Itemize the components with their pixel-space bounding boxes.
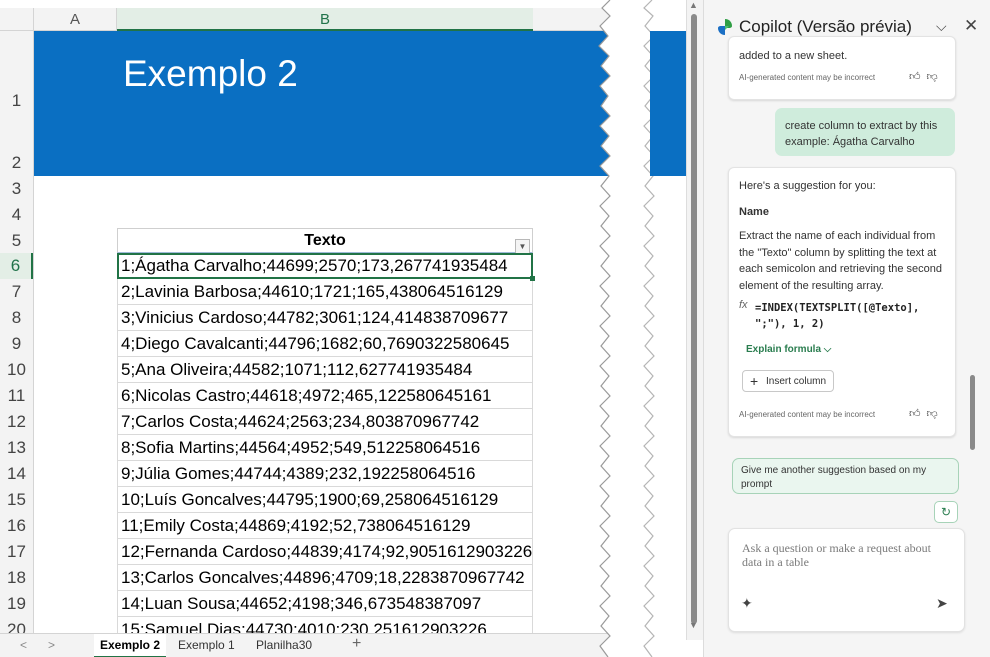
row-header[interactable]: 18: [0, 565, 33, 591]
column-header-b[interactable]: B: [117, 8, 533, 31]
row-header[interactable]: 19: [0, 591, 33, 617]
row-header[interactable]: 10: [0, 357, 33, 383]
title-banner: Exemplo 2: [34, 31, 610, 176]
scroll-up-icon[interactable]: ▲: [689, 0, 698, 10]
previous-response-text: added to a new sheet.: [739, 50, 848, 62]
table-row[interactable]: 11;Emily Costa;44869;4192;52,73806451612…: [117, 513, 533, 539]
scrollbar-thumb[interactable]: [691, 14, 697, 624]
select-all-corner[interactable]: [0, 8, 34, 31]
scroll-down-icon[interactable]: ▼: [689, 620, 698, 630]
copilot-logo-icon: [718, 19, 732, 35]
user-message-bubble: create column to extract by this example…: [775, 108, 955, 156]
sparkle-icon[interactable]: ✦: [741, 595, 753, 612]
suggestion-name-label: Name: [739, 206, 769, 218]
copilot-title: Copilot (Versão prévia): [739, 17, 912, 36]
thumbs-up-icon[interactable]: 👍︎: [909, 71, 927, 83]
table-row[interactable]: 10;Luís Goncalves;44795;1900;69,25806451…: [117, 487, 533, 513]
prompt-placeholder: Ask a question or make a request about d…: [742, 541, 931, 569]
suggestion-card: Here's a suggestion for you: Name Extrac…: [728, 167, 956, 437]
row-header-selected[interactable]: 6: [0, 253, 33, 279]
copilot-scrollbar[interactable]: [970, 60, 976, 450]
insert-column-button[interactable]: + Insert column: [742, 370, 834, 392]
ai-disclaimer: AI-generated content may be incorrect: [739, 410, 876, 419]
banner-right-fragment: [650, 31, 686, 176]
ai-disclaimer: AI-generated content may be incorrect: [739, 73, 876, 82]
row-header[interactable]: 9: [0, 331, 33, 357]
copilot-pane: Copilot (Versão prévia) ⌵ ✕ added to a n…: [703, 0, 990, 657]
table-row[interactable]: 7;Carlos Costa;44624;2563;234,8038709677…: [117, 409, 533, 435]
row-header[interactable]: 7: [0, 279, 33, 305]
copilot-scrollbar-thumb[interactable]: [970, 375, 975, 450]
table-header-label: Texto: [304, 232, 346, 249]
send-icon[interactable]: ➤: [936, 595, 948, 612]
filter-dropdown-icon[interactable]: ▼: [515, 239, 530, 254]
sheet-tab-bar: < > Exemplo 2 Exemplo 1 Planilha30 +: [0, 633, 610, 657]
prompt-input[interactable]: Ask a question or make a request about d…: [728, 528, 965, 632]
column-header-a[interactable]: A: [34, 8, 117, 31]
table-row[interactable]: 3;Vinicius Cardoso;44782;3061;124,414838…: [117, 305, 533, 331]
row-header[interactable]: 1: [0, 71, 33, 131]
row-headers: 1 2 3 4 5 6 7 8 9 10 11 12 13 14 15 16 1…: [0, 31, 34, 637]
table-row[interactable]: 6;Nicolas Castro;44618;4972;465,12258064…: [117, 383, 533, 409]
previous-response-card: added to a new sheet. AI-generated conte…: [728, 36, 956, 100]
tab-prev-icon[interactable]: <: [20, 638, 27, 652]
suggestion-description: Extract the name of each individual from…: [739, 230, 943, 292]
row-header[interactable]: 12: [0, 409, 33, 435]
fx-icon: fx: [739, 299, 748, 311]
row-header[interactable]: 13: [0, 435, 33, 461]
chevron-down-icon[interactable]: ⌵: [936, 18, 947, 35]
row-header[interactable]: 3: [0, 176, 33, 202]
insert-column-label: Insert column: [766, 376, 827, 387]
page-title: Exemplo 2: [123, 53, 298, 94]
table-column-header[interactable]: Texto ▼: [117, 228, 533, 254]
thumbs-down-icon[interactable]: 👎︎: [927, 408, 944, 420]
table-row[interactable]: 5;Ana Oliveira;44582;1071;112,6277419354…: [117, 357, 533, 383]
suggested-formula: =INDEX(TEXTSPLIT([@Texto], ";"), 1, 2): [755, 302, 920, 330]
row-header[interactable]: 14: [0, 461, 33, 487]
spreadsheet-grid: A B 1 2 3 4 5 6 7 8 9 10 11 12 13 14 15 …: [0, 0, 610, 657]
row-header[interactable]: 15: [0, 487, 33, 513]
table-row[interactable]: 8;Sofia Martins;44564;4952;549,512258064…: [117, 435, 533, 461]
tab-planilha30[interactable]: Planilha30: [250, 634, 318, 656]
table-row[interactable]: 13;Carlos Goncalves;44896;4709;18,228387…: [117, 565, 533, 591]
close-icon[interactable]: ✕: [964, 16, 978, 36]
table-row-selected[interactable]: 1;Ágatha Carvalho;44699;2570;173,2677419…: [117, 253, 533, 279]
another-suggestion-button[interactable]: Give me another suggestion based on my p…: [732, 458, 959, 494]
row-header[interactable]: 16: [0, 513, 33, 539]
row-header[interactable]: 2: [0, 149, 33, 177]
refresh-icon[interactable]: ↻: [934, 501, 958, 523]
add-sheet-button[interactable]: +: [352, 635, 361, 653]
plus-icon: +: [750, 373, 759, 389]
table-row[interactable]: 9;Júlia Gomes;44744;4389;232,19225806451…: [117, 461, 533, 487]
tab-exemplo-2[interactable]: Exemplo 2: [94, 634, 167, 657]
fill-handle[interactable]: [530, 276, 535, 281]
chevron-down-icon: ⌵: [823, 344, 832, 355]
row-header[interactable]: 17: [0, 539, 33, 565]
row-header[interactable]: 5: [0, 228, 33, 254]
thumbs-up-icon[interactable]: 👍︎: [909, 408, 927, 420]
table-row[interactable]: 12;Fernanda Cardoso;44839;4174;92,905161…: [117, 539, 533, 565]
tab-next-icon[interactable]: >: [48, 638, 55, 652]
thumbs-down-icon[interactable]: 👎︎: [927, 71, 944, 83]
row-header[interactable]: 4: [0, 202, 33, 228]
table-row[interactable]: 2;Lavinia Barbosa;44610;1721;165,4380645…: [117, 279, 533, 305]
vertical-scrollbar[interactable]: ▲ ▼: [686, 0, 703, 640]
explain-formula-label: Explain formula: [746, 344, 822, 355]
suggestion-intro: Here's a suggestion for you:: [739, 180, 876, 192]
tab-exemplo-1[interactable]: Exemplo 1: [172, 634, 241, 656]
row-header[interactable]: 11: [0, 383, 33, 409]
explain-formula-button[interactable]: Explain formula ⌵: [746, 344, 831, 355]
table-row[interactable]: 14;Luan Sousa;44652;4198;346,67354838709…: [117, 591, 533, 617]
table-row[interactable]: 4;Diego Cavalcanti;44796;1682;60,7690322…: [117, 331, 533, 357]
row-header[interactable]: 8: [0, 305, 33, 331]
